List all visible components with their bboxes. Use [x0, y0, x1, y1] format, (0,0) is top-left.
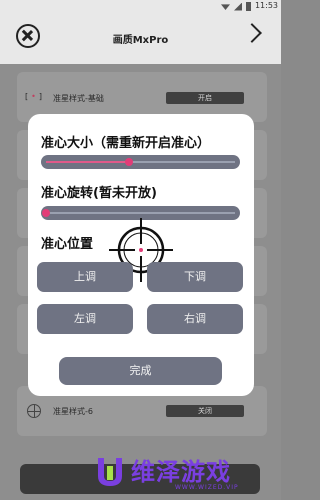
size-slider[interactable] [41, 155, 240, 169]
watermark-subtitle: WWW.WIZED.VIP [175, 484, 239, 491]
size-label: 准心大小（需重新开启准心） [41, 136, 211, 151]
size-slider-thumb[interactable] [125, 158, 134, 166]
move-down-button[interactable]: 下调 [147, 262, 243, 292]
battery-icon [246, 2, 251, 11]
status-time: 11:53 [254, 1, 278, 10]
status-bar: 11:53 [0, 0, 281, 14]
toggle-button[interactable]: 关闭 [166, 405, 244, 417]
row-label: 准星样式-6 [53, 407, 93, 416]
crosshair-settings-dialog: 准心大小（需重新开启准心） 准心旋转(暂未开放) 准心位置 上调 下调 左调 右… [28, 114, 254, 396]
watermark-title: 维泽游戏 [131, 458, 231, 486]
move-right-button[interactable]: 右调 [147, 304, 243, 334]
signal-icon [234, 2, 242, 11]
move-up-button[interactable]: 上调 [37, 262, 133, 292]
row-label: 准星样式-基础 [53, 94, 104, 103]
wheel-icon [27, 404, 41, 418]
page-title: 画质MxPro [112, 35, 169, 46]
app-header: 画质MxPro [0, 14, 281, 64]
watermark-logo-icon [98, 458, 122, 486]
wifi-icon [221, 4, 230, 10]
move-left-button[interactable]: 左调 [37, 304, 133, 334]
done-button[interactable]: 完成 [59, 357, 222, 385]
position-label: 准心位置 [41, 237, 94, 252]
watermark: 维泽游戏 WWW.WIZED.VIP [95, 450, 275, 496]
rotate-slider-thumb[interactable] [42, 209, 50, 217]
toggle-button[interactable]: 开启 [166, 92, 244, 104]
rotate-label: 准心旋转(暂未开放) [41, 186, 157, 201]
size-slider-fill [46, 161, 130, 163]
crosshair-preview-icon: [•] [25, 92, 45, 101]
